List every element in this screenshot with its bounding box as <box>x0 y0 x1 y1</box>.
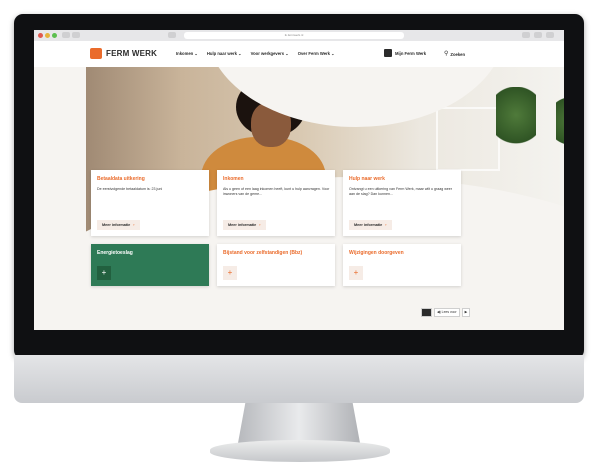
more-info-button[interactable]: Meer informatie › <box>97 220 140 230</box>
monitor-chin <box>14 355 584 403</box>
more-info-button[interactable]: Meer informatie › <box>349 220 392 230</box>
read-aloud-button[interactable]: ◀) Lees voor <box>434 308 460 317</box>
login-link[interactable]: Mijn Ferm Werk <box>384 49 426 57</box>
search-icon: ⚲ <box>444 51 449 57</box>
monitor-stand-neck <box>238 403 360 443</box>
read-aloud-controls: ◀) Lees voor ▶ <box>421 308 471 317</box>
login-label: Mijn Ferm Werk <box>395 50 427 56</box>
search-button[interactable]: ⚲ Zoeken <box>444 51 465 57</box>
plant-image <box>496 87 536 157</box>
arrow-right-icon: › <box>133 223 135 227</box>
expand-icon[interactable]: + <box>223 266 237 280</box>
arrow-right-icon: › <box>385 223 387 227</box>
card-wijzigingen-doorgeven[interactable]: Wijzigingen doorgeven + <box>343 244 461 286</box>
card-inkomen: Inkomen Als u geen of een laag inkomen h… <box>217 170 335 236</box>
button-label: Meer informatie <box>102 223 131 227</box>
new-tab-icon[interactable] <box>534 32 542 38</box>
screen: ik.fermwerk.nl FERM WERK Inkomen ⌄ Hulp … <box>34 30 564 330</box>
minimize-window-icon[interactable] <box>45 33 50 38</box>
card-title: Inkomen <box>223 176 244 182</box>
card-energietoeslag[interactable]: Energietoeslag + <box>91 244 209 286</box>
button-label: Meer informatie <box>228 223 257 227</box>
card-bijstand-zelfstandigen[interactable]: Bijstand voor zelfstandigen (Bbz) + <box>217 244 335 286</box>
menu-item-voor-werkgevers[interactable]: Voor werkgevers ⌄ <box>251 51 289 56</box>
button-label: Meer informatie <box>354 223 383 227</box>
expand-icon[interactable]: + <box>349 266 363 280</box>
browser-back-icon[interactable] <box>62 32 70 38</box>
ferm-werk-logo-icon <box>90 48 102 59</box>
share-icon[interactable] <box>522 32 530 38</box>
menu-item-inkomen[interactable]: Inkomen ⌄ <box>176 51 198 56</box>
play-button[interactable]: ▶ <box>461 308 471 317</box>
plant-image <box>556 97 564 157</box>
readspeaker-icon[interactable] <box>421 308 432 317</box>
tabs-overview-icon[interactable] <box>546 32 554 38</box>
card-text: Als u geen of een laag inkomen heeft, ku… <box>223 187 330 196</box>
card-title: Wijzigingen doorgeven <box>349 250 404 256</box>
card-hulp-naar-werk: Hulp naar werk Ontvangt u een uitkering … <box>343 170 461 236</box>
card-title: Hulp naar werk <box>349 176 385 182</box>
arrow-right-icon: › <box>259 223 261 227</box>
card-title: Bijstand voor zelfstandigen (Bbz) <box>223 250 303 256</box>
expand-icon[interactable]: + <box>97 266 111 280</box>
sidebar-toggle-icon[interactable] <box>168 32 176 38</box>
menu-item-over-ferm-werk[interactable]: Over Ferm Werk ⌄ <box>298 51 335 56</box>
site-logo[interactable]: FERM WERK <box>90 48 157 59</box>
monitor-stand-base <box>210 440 390 462</box>
menu-item-hulp-naar-werk[interactable]: Hulp naar werk ⌄ <box>207 51 242 56</box>
maximize-window-icon[interactable] <box>52 33 57 38</box>
more-info-button[interactable]: Meer informatie › <box>223 220 266 230</box>
monitor-frame: ik.fermwerk.nl FERM WERK Inkomen ⌄ Hulp … <box>14 14 584 359</box>
site-header: FERM WERK Inkomen ⌄ Hulp naar werk ⌄ Voo… <box>34 41 564 67</box>
background-shelf <box>436 107 500 171</box>
card-title: Energietoeslag <box>97 250 133 256</box>
login-icon <box>384 49 392 57</box>
card-text: De eerstvolgende betaaldatum is: 23 juni <box>97 187 163 191</box>
close-window-icon[interactable] <box>38 33 43 38</box>
address-bar[interactable]: ik.fermwerk.nl <box>184 32 404 39</box>
card-text: Ontvangt u een uitkering van Ferm Werk, … <box>349 187 452 196</box>
card-betaaldata-uitkering: Betaaldata uitkering De eerstvolgende be… <box>91 170 209 236</box>
main-menu: Inkomen ⌄ Hulp naar werk ⌄ Voor werkgeve… <box>176 51 335 56</box>
search-label: Zoeken <box>450 51 466 57</box>
logo-text: FERM WERK <box>106 49 158 58</box>
card-title: Betaaldata uitkering <box>97 176 145 182</box>
browser-forward-icon[interactable] <box>72 32 80 38</box>
